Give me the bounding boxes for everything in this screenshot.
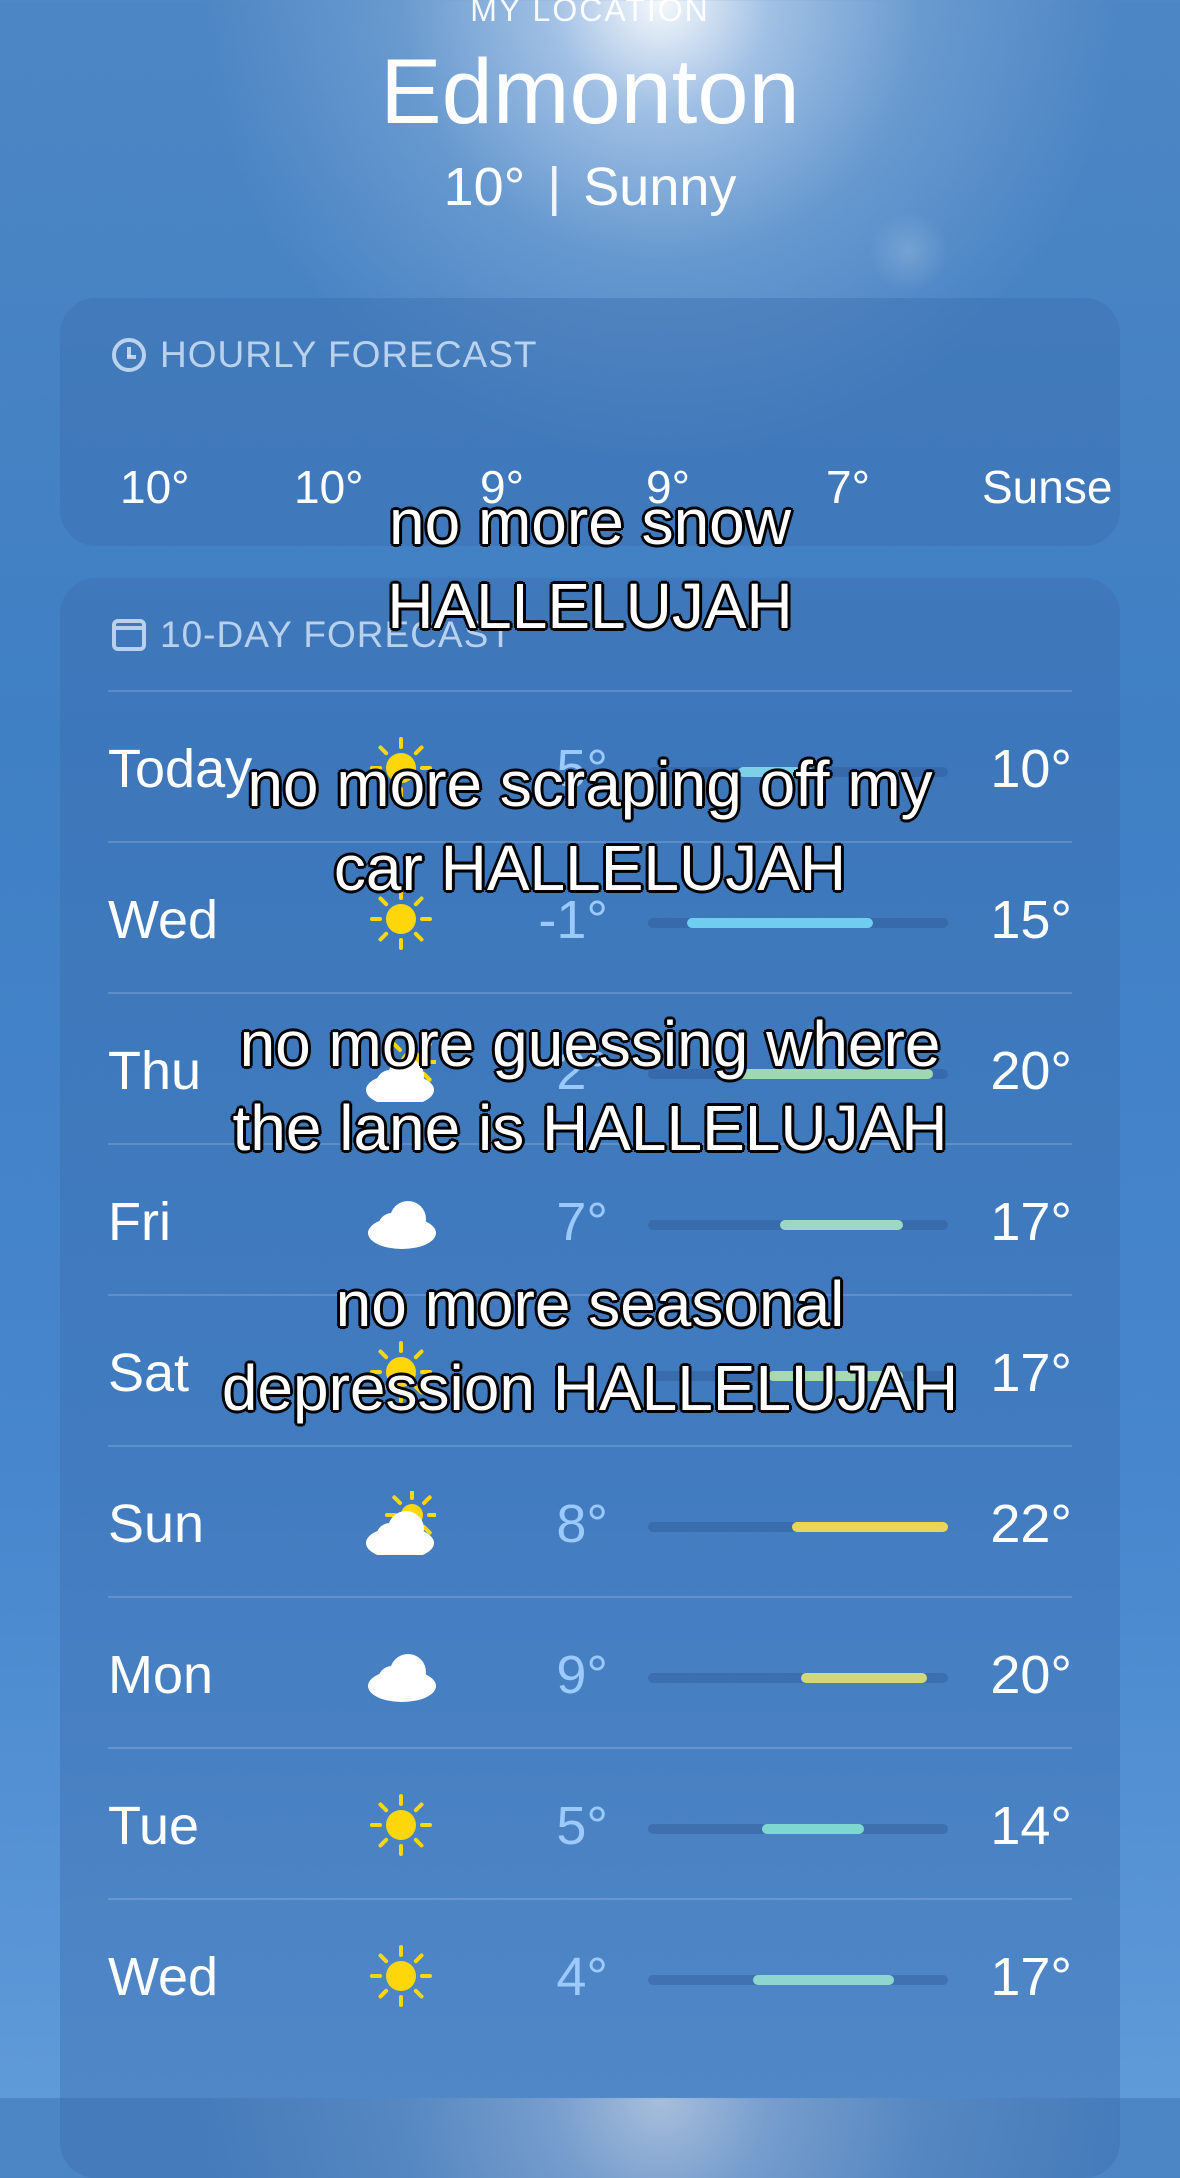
temperature-range-fill [762,1824,864,1834]
high-temp: 14° [990,1796,1072,1856]
partly-cloudy-icon [366,1488,439,1559]
temperature-range-fill [801,1673,927,1683]
forecast-row[interactable]: Sun 8° 22° [108,1445,1072,1598]
temperature-range-bar [648,1522,948,1532]
clock-icon [112,338,146,372]
current-conditions: 10° | Sunny [0,156,1180,218]
low-temp: 5° [556,1796,608,1856]
high-temp: 22° [990,1494,1072,1554]
temperature-range-fill [780,1220,903,1230]
caption-overlay: no more snow HALLELUJAH [387,486,793,642]
day-label: Tue [108,1796,200,1856]
current-temperature: 10° [443,157,526,217]
day-label: Sun [108,1494,205,1554]
temperature-range-bar [648,1673,948,1683]
low-temp: 4° [556,1947,608,2007]
cloud-icon [366,1642,436,1706]
temperature-range-bar [648,1220,948,1230]
forecast-row[interactable]: Mon 9° 20° [108,1596,1072,1749]
caption-overlay: no more scraping off my car HALLELUJAH [247,748,933,904]
sun-icon [366,1944,436,2008]
temperature-range-bar [648,1975,948,1985]
hourly-forecast-header: HOURLY FORECAST [112,334,538,376]
separator: | [547,157,562,217]
forecast-row[interactable]: Tue 5° 14° [108,1747,1072,1900]
temperature-range-fill [687,918,873,928]
temperature-range-fill [753,1975,894,1985]
location-label: MY LOCATION [470,0,710,28]
temperature-range-bar [648,918,948,928]
day-label: Mon [108,1645,214,1705]
temperature-range-fill [792,1522,948,1532]
low-temp: 7° [556,1192,608,1252]
day-label: Fri [108,1192,171,1252]
caption-overlay: no more seasonal depression HALLELUJAH [221,1268,959,1424]
caption-overlay: no more guessing where the lane is HALLEL… [232,1008,948,1164]
high-temp: 17° [990,1192,1072,1252]
high-temp: 17° [990,1947,1072,2007]
cloud-icon [366,1189,436,1253]
high-temp: 20° [990,1645,1072,1705]
forecast-row[interactable]: Wed 4° 17° [108,1898,1072,2051]
day-label: Wed [108,1947,219,2007]
sun-icon [366,1793,436,1857]
hourly-forecast-title: HOURLY FORECAST [160,334,538,375]
city-name: Edmonton [380,41,800,143]
temperature-range-bar [648,1824,948,1834]
low-temp: 9° [556,1645,608,1705]
low-temp: 8° [556,1494,608,1554]
current-condition: Sunny [583,157,737,217]
